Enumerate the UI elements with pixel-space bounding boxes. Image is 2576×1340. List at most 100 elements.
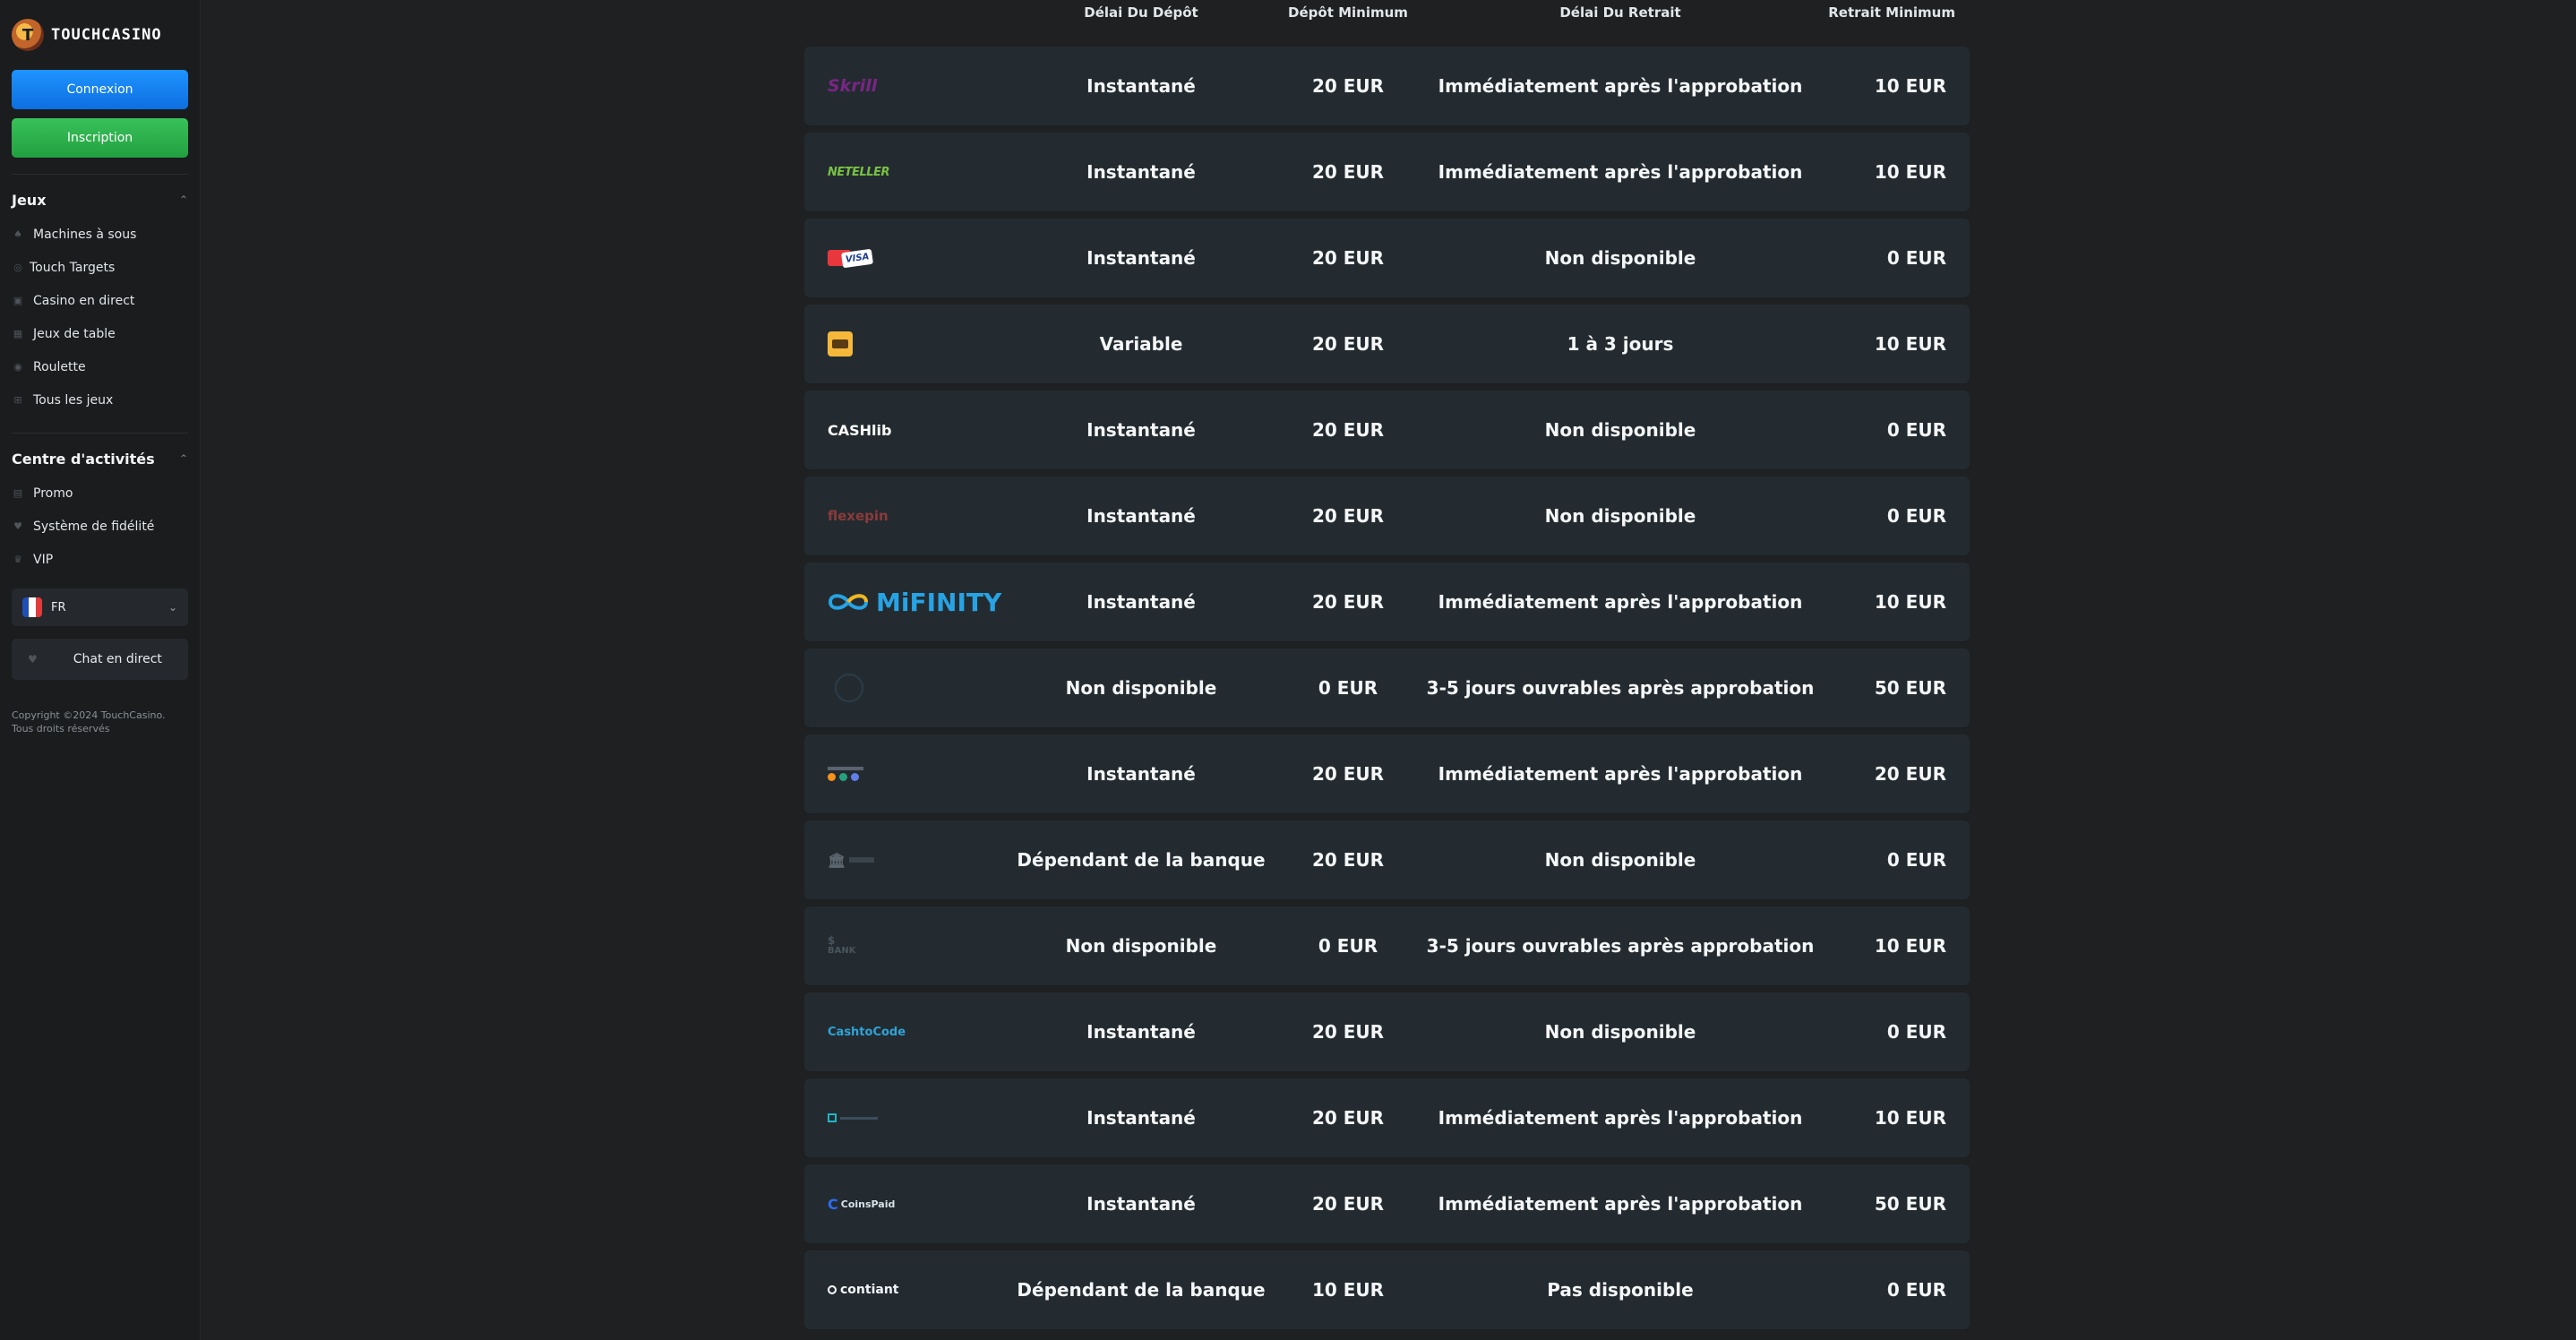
live-chat-button[interactable]: ♥ Chat en direct — [12, 639, 188, 680]
cell-value: Instantané — [1086, 505, 1196, 527]
cell-value: 10 EUR — [1311, 1279, 1385, 1301]
grid-icon: ⊞ — [13, 394, 22, 406]
payment-methods-table: Délai Du Dépôt Dépôt Minimum Délai Du Re… — [804, 0, 1970, 1336]
live-chat-label: Chat en direct — [73, 652, 162, 666]
cell-value: 3-5 jours ouvrables après approbation — [1426, 677, 1815, 699]
table-row[interactable]: NETELLER Instantané 20 EUR Immédiatement… — [804, 133, 1970, 211]
cell-value: 0 EUR — [1318, 935, 1378, 957]
copyright-line: Tous droits réservés — [12, 723, 110, 734]
min-withdraw-cell: 0 EUR — [1887, 820, 1946, 899]
activity-section-toggle[interactable]: Centre d'activités ⌃ — [12, 446, 188, 471]
nav-item-table-games[interactable]: ▦ Jeux de table — [12, 317, 188, 350]
infinity-icon — [828, 594, 869, 610]
nav-item-roulette[interactable]: ◉ Roulette — [12, 350, 188, 383]
table-row[interactable]: C CoinsPaid Instantané 20 EUR Immédiatem… — [804, 1164, 1970, 1243]
cell-value: 20 EUR — [1311, 161, 1385, 183]
table-row[interactable]: Instantané 20 EUR Immédiatement après l'… — [804, 734, 1970, 813]
coinspaid-icon: C — [828, 1195, 838, 1213]
table-row[interactable]: Non disponible 0 EUR 3-5 jours ouvrables… — [804, 649, 1970, 727]
payment-logo: $ BANK — [828, 906, 1007, 985]
cell-value: 50 EUR — [1874, 1193, 1946, 1215]
table-row[interactable]: VISA Instantané 20 EUR Non disponible 0 … — [804, 219, 1970, 297]
cell-value: 20 EUR — [1311, 75, 1385, 97]
min-withdraw-cell: 10 EUR — [1875, 1078, 1946, 1157]
min-withdraw-cell: 20 EUR — [1875, 734, 1946, 813]
cell-value: 20 EUR — [1311, 1193, 1385, 1215]
coinspaid-logo-text: CoinsPaid — [840, 1198, 896, 1210]
cell-value: Dépendant de la banque — [1017, 1279, 1266, 1301]
cell-value: Instantané — [1086, 1021, 1196, 1043]
table-row[interactable]: Skrill Instantané 20 EUR Immédiatement a… — [804, 47, 1970, 125]
cell-value: Instantané — [1086, 763, 1196, 785]
activity-section-title: Centre d'activités — [12, 450, 155, 468]
nav-item-touch-targets[interactable]: ◎ Touch Targets — [12, 251, 188, 284]
cell-value: 0 EUR — [1318, 677, 1378, 699]
min-withdraw-cell: 0 EUR — [1887, 219, 1946, 297]
nav-item-label: Machines à sous — [33, 227, 137, 242]
bank-logo: $ BANK — [828, 934, 856, 956]
table-row[interactable]: CASHlib Instantané 20 EUR Non disponible… — [804, 391, 1970, 469]
cell-value: Instantané — [1086, 75, 1196, 97]
cell-value: 20 EUR — [1311, 419, 1385, 441]
neteller-logo: NETELLER — [828, 165, 889, 179]
copyright: Copyright ©2024 TouchCasino. Tous droits… — [12, 709, 188, 735]
table-row[interactable]: 🏛︎ Dépendant de la banque 20 EUR Non dis… — [804, 820, 1970, 899]
voucher-logo-icon — [828, 331, 853, 356]
target-icon: ◎ — [13, 262, 22, 273]
table-row[interactable]: Variable 20 EUR 1 à 3 jours 10 EUR — [804, 305, 1970, 383]
table-row[interactable]: CashtoCode Instantané 20 EUR Non disponi… — [804, 992, 1970, 1071]
bank-transfer-logo-icon — [835, 674, 863, 702]
brand-logo[interactable]: T TOUCHCASINO — [12, 0, 188, 70]
nav-item-vip[interactable]: ♛ VIP — [12, 543, 188, 576]
divider — [12, 433, 188, 434]
brand-name: TOUCHCASINO — [51, 26, 162, 44]
table-row[interactable]: Instantané 20 EUR Immédiatement après l'… — [804, 1078, 1970, 1157]
payment-logo: MiFINITY — [828, 563, 1007, 641]
roulette-icon: ◉ — [13, 361, 22, 373]
cell-value: Dépendant de la banque — [1017, 849, 1266, 871]
payment-logo: Skrill — [828, 47, 1007, 125]
nav-item-live-casino[interactable]: ▣ Casino en direct — [12, 284, 188, 317]
table-icon: ▦ — [13, 328, 23, 339]
cell-value: 20 EUR — [1311, 505, 1385, 527]
column-header: Délai Du Dépôt — [1084, 4, 1198, 21]
payment-logo: NETELLER — [828, 133, 1007, 211]
payment-logo — [828, 649, 1007, 727]
nav-item-promo[interactable]: ▤ Promo — [12, 477, 188, 510]
heart-icon: ♥ — [13, 520, 22, 532]
table-row[interactable]: flexepin Instantané 20 EUR Non disponibl… — [804, 477, 1970, 555]
cell-value: Immédiatement après l'approbation — [1438, 75, 1803, 97]
cashlib-logo: CASHlib — [828, 421, 892, 439]
table-row[interactable]: $ BANK Non disponible 0 EUR 3-5 jours ou… — [804, 906, 1970, 985]
nav-item-all-games[interactable]: ⊞ Tous les jeux — [12, 383, 188, 417]
cell-value: Non disponible — [1544, 419, 1696, 441]
min-withdraw-cell: 10 EUR — [1875, 133, 1946, 211]
cell-value: Instantané — [1086, 161, 1196, 183]
cell-value: Instantané — [1086, 419, 1196, 441]
table-row[interactable]: contiant Dépendant de la banque 10 EUR P… — [804, 1250, 1970, 1329]
table-row[interactable]: MiFINITY Instantané 20 EUR Immédiatement… — [804, 563, 1970, 641]
divider — [12, 174, 188, 175]
cell-value: 20 EUR — [1311, 763, 1385, 785]
cell-value: Instantané — [1086, 1193, 1196, 1215]
signup-button[interactable]: Inscription — [12, 118, 188, 158]
min-withdraw-cell: 0 EUR — [1887, 1250, 1946, 1329]
nav-item-loyalty[interactable]: ♥ Système de fidélité — [12, 510, 188, 543]
cell-value: Non disponible — [1065, 677, 1217, 699]
cashtocode-logo: CashtoCode — [828, 1025, 906, 1039]
contiant-icon — [828, 1285, 837, 1294]
contiant-logo: contiant — [828, 1283, 898, 1297]
language-selector[interactable]: FR ⌄ — [12, 588, 188, 626]
cell-value: Non disponible — [1544, 505, 1696, 527]
games-section-toggle[interactable]: Jeux ⌃ — [12, 187, 188, 212]
login-button[interactable]: Connexion — [12, 70, 188, 109]
column-header: Retrait Minimum — [1828, 4, 1955, 21]
cell-value: 20 EUR — [1311, 1107, 1385, 1129]
chevron-down-icon: ⌄ — [167, 601, 177, 614]
min-withdraw-cell: 10 EUR — [1875, 906, 1946, 985]
nav-item-label: Jeux de table — [33, 326, 116, 341]
cell-value: 0 EUR — [1886, 247, 1946, 269]
column-header: Délai Du Retrait — [1559, 4, 1681, 21]
nav-item-slots[interactable]: ♠ Machines à sous — [12, 218, 188, 251]
games-section-title: Jeux — [12, 191, 47, 209]
